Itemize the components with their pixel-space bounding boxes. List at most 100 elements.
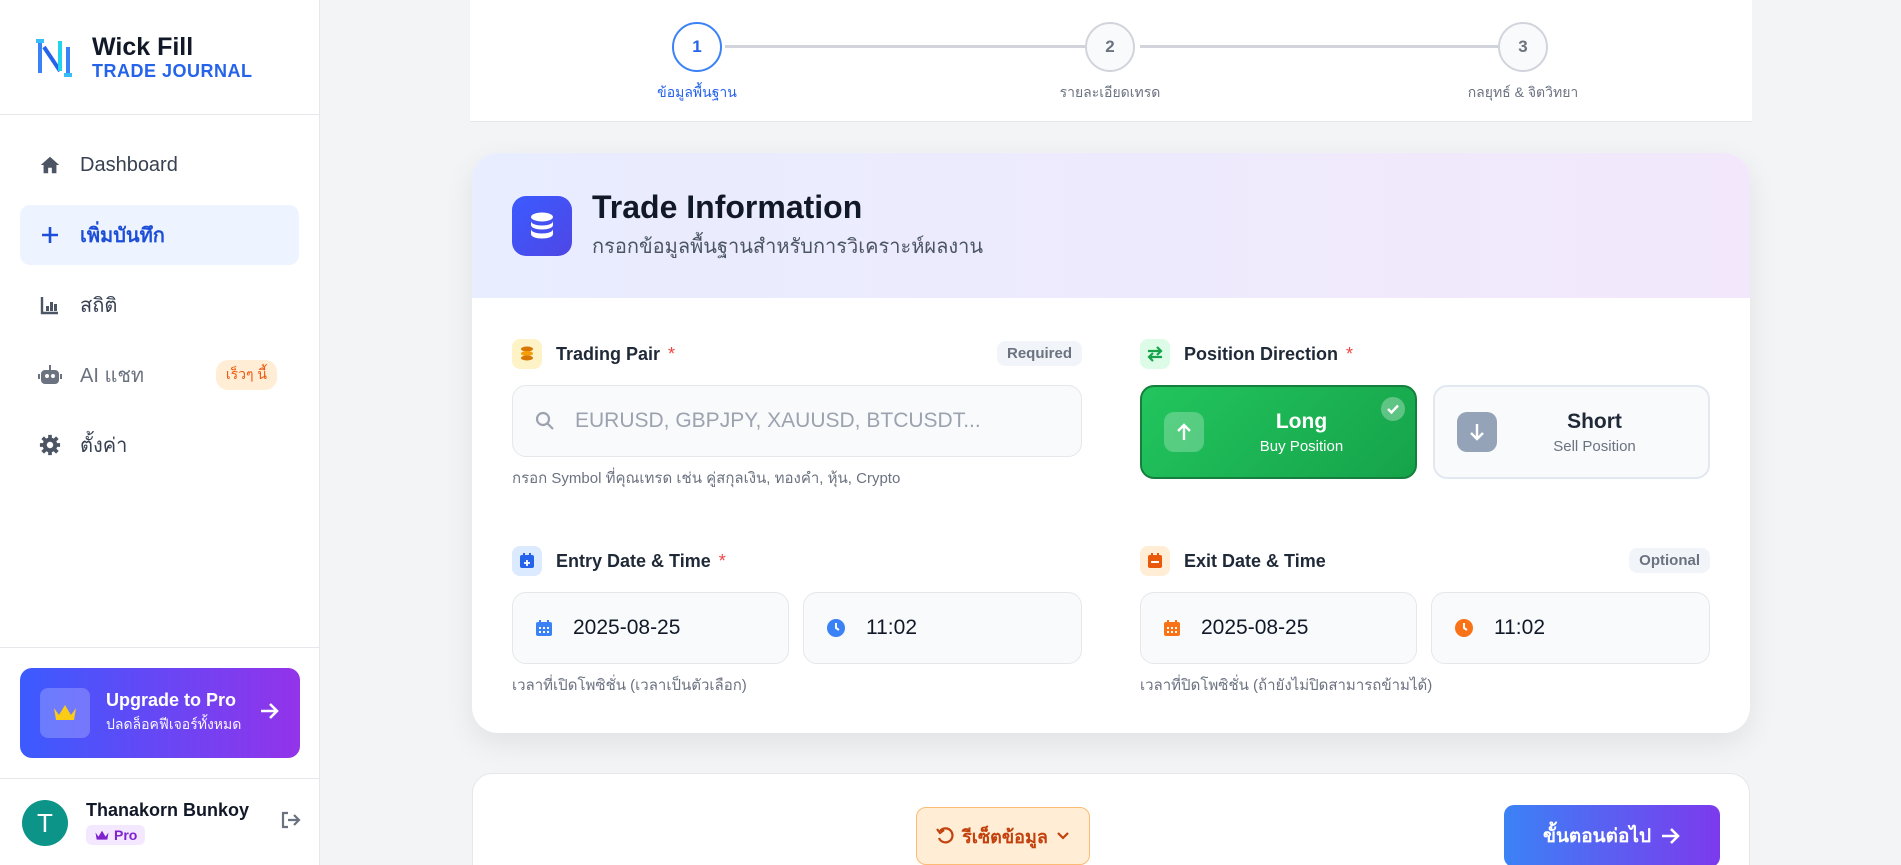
robot-icon — [38, 363, 62, 387]
sidebar-item-settings[interactable]: ตั้งค่า — [20, 415, 299, 475]
sidebar-divider — [0, 778, 320, 779]
coins-icon — [512, 339, 542, 369]
short-position-button[interactable]: Short Sell Position — [1433, 385, 1710, 479]
undo-icon — [936, 827, 954, 844]
reset-label: รีเซ็ตข้อมูล — [962, 826, 1048, 847]
progress-stepper: 1 ข้อมูลพื้นฐาน 2 รายละเอียดเทรด 3 กลยุท… — [470, 0, 1752, 122]
short-subtitle: Sell Position — [1553, 437, 1636, 455]
upgrade-title: Upgrade to Pro — [106, 690, 237, 710]
next-step-button[interactable]: ขั้นตอนต่อไป — [1504, 805, 1720, 865]
card-subtitle: กรอกข้อมูลพื้นฐานสำหรับการวิเคราะห์ผลงาน — [592, 236, 984, 258]
brand-name: Wick Fill — [92, 33, 194, 61]
long-position-button[interactable]: Long Buy Position — [1140, 385, 1417, 479]
brand-logo-icon — [36, 39, 72, 77]
sidebar-item-stats[interactable]: สถิติ — [20, 275, 299, 335]
entry-datetime-field: Entry Date & Time * — [512, 545, 1082, 577]
chevron-down-icon — [1057, 832, 1069, 840]
exit-time-input[interactable]: 11:02 — [1431, 592, 1710, 664]
upgrade-to-pro-button[interactable]: Upgrade to Pro ปลดล็อคฟีเจอร์ทั้งหมด — [20, 668, 300, 758]
entry-date-value: 2025-08-25 — [573, 616, 681, 639]
gear-icon — [38, 433, 62, 457]
sidebar-item-label: ตั้งค่า — [80, 435, 128, 457]
sidebar-divider — [0, 647, 320, 648]
database-icon — [512, 195, 572, 256]
arrow-right-icon — [1662, 828, 1680, 844]
step-label: ข้อมูลพื้นฐาน — [657, 84, 737, 100]
field-label: Position Direction — [1184, 343, 1339, 364]
field-label: Entry Date & Time — [556, 550, 711, 571]
card-title: Trade Information — [592, 189, 863, 225]
trading-pair-input[interactable]: EURUSD, GBPJPY, XAUUSD, BTCUSDT... — [512, 385, 1082, 457]
check-icon — [1381, 397, 1405, 421]
field-label: Exit Date & Time — [1184, 550, 1326, 571]
sidebar-nav: Dashboard เพิ่มบันทึก สถิติ AI แชท เร็วๆ… — [0, 115, 319, 475]
trade-information-card: Trade Information กรอกข้อมูลพื้นฐานสำหรั… — [472, 153, 1750, 733]
home-icon — [38, 153, 62, 177]
coming-soon-badge: เร็วๆ นี้ — [215, 360, 277, 390]
entry-hint: เวลาที่เปิดโพซิชั่น (เวลาเป็นตัวเลือก) — [512, 677, 747, 694]
sidebar-item-dashboard[interactable]: Dashboard — [20, 135, 299, 195]
short-title: Short — [1567, 409, 1622, 433]
exit-date-value: 2025-08-25 — [1201, 616, 1309, 639]
plus-icon — [38, 223, 62, 247]
next-label: ขั้นตอนต่อไป — [1542, 826, 1652, 847]
plan-badge: Pro — [86, 825, 146, 845]
step-label: รายละเอียดเทรด — [1059, 84, 1161, 100]
step-1[interactable]: 1 ข้อมูลพื้นฐาน — [617, 22, 777, 104]
brand[interactable]: Wick Fill TRADE JOURNAL — [0, 0, 319, 115]
exit-date-input[interactable]: 2025-08-25 — [1140, 592, 1417, 664]
sidebar-item-ai-chat[interactable]: AI แชท เร็วๆ นี้ — [20, 345, 299, 405]
arrow-down-icon — [1457, 412, 1497, 452]
optional-tag: Optional — [1629, 548, 1710, 573]
arrow-right-icon — [260, 699, 280, 727]
crown-icon — [95, 830, 109, 840]
sidebar-item-label: สถิติ — [80, 295, 118, 317]
trading-pair-placeholder: EURUSD, GBPJPY, XAUUSD, BTCUSDT... — [575, 409, 981, 432]
chart-bar-icon — [38, 293, 62, 317]
position-direction-field: Position Direction * — [1140, 338, 1710, 370]
clock-icon — [826, 618, 846, 638]
search-icon — [535, 411, 555, 431]
user-name: Thanakorn Bunkoy — [86, 800, 250, 820]
required-mark: * — [718, 550, 726, 571]
arrow-up-icon — [1164, 412, 1204, 452]
field-label: Trading Pair — [556, 343, 661, 364]
calendar-icon — [1163, 619, 1181, 637]
sidebar-item-label: AI แชท — [80, 365, 145, 387]
exit-datetime-field: Exit Date & Time Optional — [1140, 545, 1710, 577]
trading-pair-field: Trading Pair * Required — [512, 338, 1082, 370]
crown-icon — [40, 688, 90, 738]
step-number: 2 — [1085, 22, 1135, 72]
avatar: T — [22, 800, 68, 847]
user-profile[interactable]: T Thanakorn Bunkoy Pro — [22, 800, 302, 847]
step-number: 1 — [672, 22, 722, 72]
required-mark: * — [1346, 343, 1354, 364]
calendar-icon — [1140, 546, 1170, 576]
long-title: Long — [1275, 409, 1328, 433]
required-tag: Required — [996, 341, 1082, 366]
logout-icon[interactable] — [280, 810, 302, 836]
action-bar: รีเซ็ตข้อมูล ขั้นตอนต่อไป — [472, 773, 1750, 865]
card-header: Trade Information กรอกข้อมูลพื้นฐานสำหรั… — [472, 153, 1750, 298]
reset-button[interactable]: รีเซ็ตข้อมูล — [916, 807, 1090, 865]
calendar-icon — [535, 619, 553, 637]
exit-hint: เวลาที่ปิดโพซิชั่น (ถ้ายังไม่ปิดสามารถข้… — [1140, 677, 1433, 694]
step-2[interactable]: 2 รายละเอียดเทรด — [1030, 22, 1190, 104]
sidebar-item-add-record[interactable]: เพิ่มบันทึก — [20, 205, 299, 265]
sidebar: Wick Fill TRADE JOURNAL Dashboard เพิ่มบ… — [0, 0, 320, 865]
sidebar-item-label: เพิ่มบันทึก — [80, 225, 165, 247]
entry-time-input[interactable]: 11:02 — [803, 592, 1082, 664]
exit-time-value: 11:02 — [1494, 616, 1545, 639]
trading-pair-hint: กรอก Symbol ที่คุณเทรด เช่น คู่สกุลเงิน,… — [512, 470, 901, 487]
brand-subtitle: TRADE JOURNAL — [92, 61, 253, 81]
step-3[interactable]: 3 กลยุทธ์ & จิตวิทยา — [1443, 22, 1603, 104]
entry-date-input[interactable]: 2025-08-25 — [512, 592, 789, 664]
plan-label: Pro — [114, 827, 138, 843]
clock-icon — [1454, 618, 1474, 638]
upgrade-subtitle: ปลดล็อคฟีเจอร์ทั้งหมด — [106, 716, 242, 732]
sidebar-item-label: Dashboard — [80, 153, 178, 176]
step-label: กลยุทธ์ & จิตวิทยา — [1467, 84, 1579, 100]
entry-time-value: 11:02 — [866, 616, 917, 639]
exchange-arrows-icon — [1140, 339, 1170, 369]
step-number: 3 — [1498, 22, 1548, 72]
